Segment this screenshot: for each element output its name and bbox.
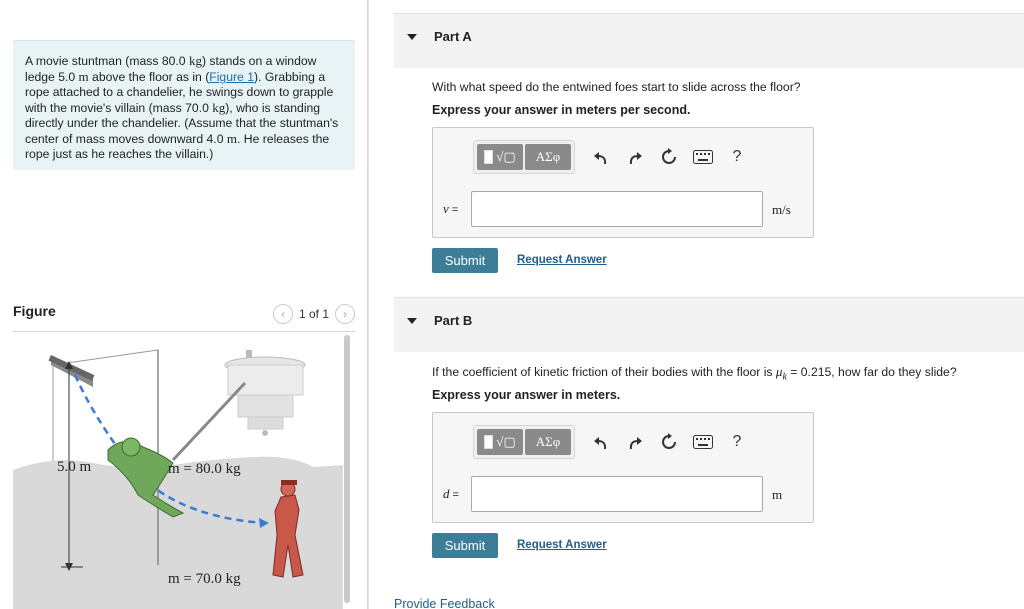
left-panel: A movie stuntman (mass 80.0 kg) stands o…: [0, 0, 368, 609]
part-a-question: With what speed do the entwined foes sta…: [432, 80, 801, 94]
templates-icon[interactable]: √▢: [477, 144, 523, 170]
provide-feedback-link[interactable]: Provide Feedback: [394, 597, 495, 609]
unit-m: m: [78, 69, 89, 84]
problem-statement: A movie stuntman (mass 80.0 kg) stands o…: [13, 40, 355, 170]
unit-kg: kg: [188, 53, 202, 68]
figure-header: Figure ‹ 1 of 1 ›: [13, 300, 355, 330]
part-a-answer-box: √▢ ΑΣφ ? v = m/s: [432, 127, 814, 238]
pager-count: 1 of 1: [298, 307, 329, 321]
unit-kg: kg: [212, 100, 226, 115]
part-a-instruction: Express your answer in meters per second…: [432, 103, 691, 117]
greek-letters-icon[interactable]: ΑΣφ: [525, 144, 571, 170]
part-b-header[interactable]: Part B: [394, 297, 1024, 352]
stuntman-mass-label: m = 80.0 kg: [168, 461, 241, 477]
help-icon[interactable]: ?: [725, 429, 749, 455]
part-a-submit-button[interactable]: Submit: [432, 248, 498, 273]
part-a-answer-input[interactable]: [471, 191, 763, 227]
right-panel: Part A With what speed do the entwined f…: [368, 0, 1024, 609]
chevron-right-icon[interactable]: ›: [335, 304, 355, 324]
unit-m: m: [226, 131, 237, 146]
help-icon[interactable]: ?: [725, 144, 749, 170]
part-a-header[interactable]: Part A: [394, 13, 1024, 68]
reset-icon[interactable]: [657, 429, 681, 455]
keyboard-icon[interactable]: [691, 144, 715, 170]
reset-icon[interactable]: [657, 144, 681, 170]
figure-scrollbar[interactable]: [344, 335, 350, 603]
part-b-question: If the coefficient of kinetic friction o…: [432, 364, 957, 382]
part-b-answer-box: √▢ ΑΣφ ? d = m: [432, 412, 814, 523]
divider: [13, 331, 355, 332]
variable-label: d =: [443, 486, 459, 502]
collapse-triangle-icon[interactable]: [407, 34, 417, 40]
problem-text: above the floor as in (: [88, 70, 210, 84]
part-b-answer-input[interactable]: [471, 476, 763, 512]
redo-icon[interactable]: [623, 429, 647, 455]
figure-pager: ‹ 1 of 1 ›: [272, 304, 355, 324]
equals-sign: =: [448, 204, 459, 216]
math-toolbar: √▢ ΑΣφ ?: [473, 140, 749, 174]
equals-sign: =: [449, 489, 459, 501]
figure-title: Figure: [13, 303, 56, 319]
chevron-left-icon[interactable]: ‹: [272, 304, 293, 324]
part-a-request-answer-link[interactable]: Request Answer: [517, 254, 607, 266]
undo-icon[interactable]: [589, 429, 613, 455]
part-b-instruction: Express your answer in meters.: [432, 388, 621, 402]
templates-icon[interactable]: √▢: [477, 429, 523, 455]
question-text: = 0.215, how far do they slide?: [786, 365, 957, 379]
redo-icon[interactable]: [623, 144, 647, 170]
question-text: If the coefficient of kinetic friction o…: [432, 365, 776, 379]
part-b-title: Part B: [434, 313, 473, 328]
part-a-title: Part A: [434, 29, 472, 44]
villain-mass-label: m = 70.0 kg: [168, 571, 241, 587]
figure-image: 5.0 m m = 80.0 kg m = 70.0 kg: [13, 335, 343, 609]
part-b-request-answer-link[interactable]: Request Answer: [517, 539, 607, 551]
part-b-unit: m: [772, 487, 783, 502]
variable-label: v =: [443, 201, 458, 217]
part-b-submit-button[interactable]: Submit: [432, 533, 498, 558]
height-label: 5.0 m: [57, 459, 92, 475]
toolbar-button-group: √▢ ΑΣφ: [473, 140, 575, 174]
math-toolbar: √▢ ΑΣφ ?: [473, 425, 749, 459]
greek-letters-icon[interactable]: ΑΣφ: [525, 429, 571, 455]
part-a-unit: m/s: [772, 202, 791, 217]
undo-icon[interactable]: [589, 144, 613, 170]
problem-text: A movie stuntman (mass 80.0: [25, 54, 189, 68]
collapse-triangle-icon[interactable]: [407, 318, 417, 324]
stuntman-figure-illustration: 5.0 m m = 80.0 kg m = 70.0 kg: [13, 335, 343, 609]
toolbar-button-group: √▢ ΑΣφ: [473, 425, 575, 459]
figure-link[interactable]: Figure 1: [209, 70, 254, 84]
keyboard-icon[interactable]: [691, 429, 715, 455]
